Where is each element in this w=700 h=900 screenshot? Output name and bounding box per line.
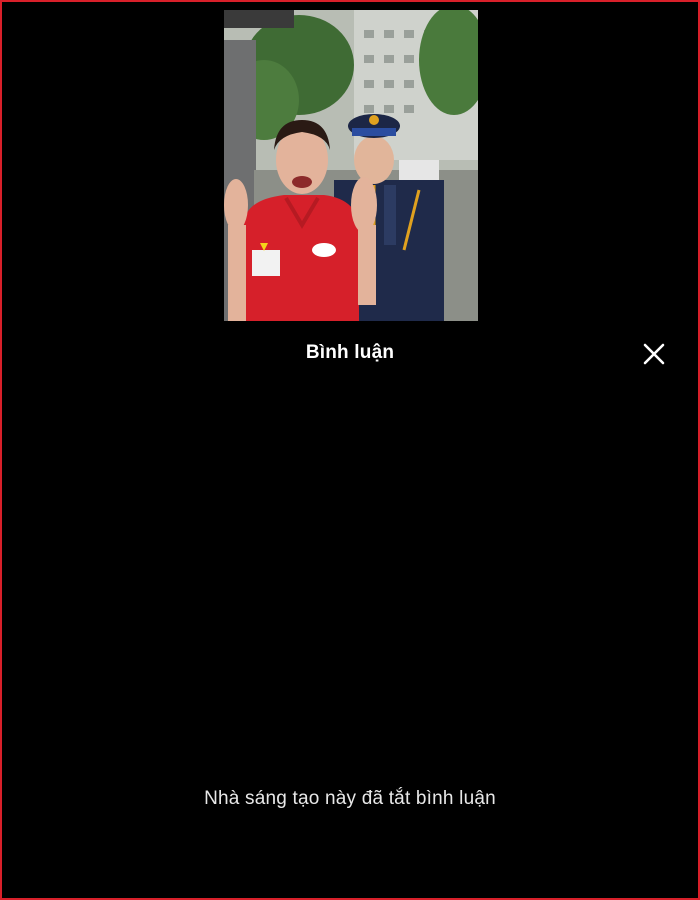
app-frame: Bình luận Nhà sáng tạo này đã tắt bình l… xyxy=(0,0,700,900)
comments-header: Bình luận xyxy=(2,332,698,376)
comments-title: Bình luận xyxy=(305,342,395,363)
video-frame-image xyxy=(224,10,478,321)
close-button[interactable] xyxy=(638,338,670,370)
comments-disabled-message: Nhà sáng tạo này đã tắt bình luận xyxy=(204,788,496,809)
video-thumbnail[interactable] xyxy=(224,10,478,321)
comments-list-area: Nhà sáng tạo này đã tắt bình luận xyxy=(2,376,698,898)
close-icon xyxy=(643,343,665,365)
